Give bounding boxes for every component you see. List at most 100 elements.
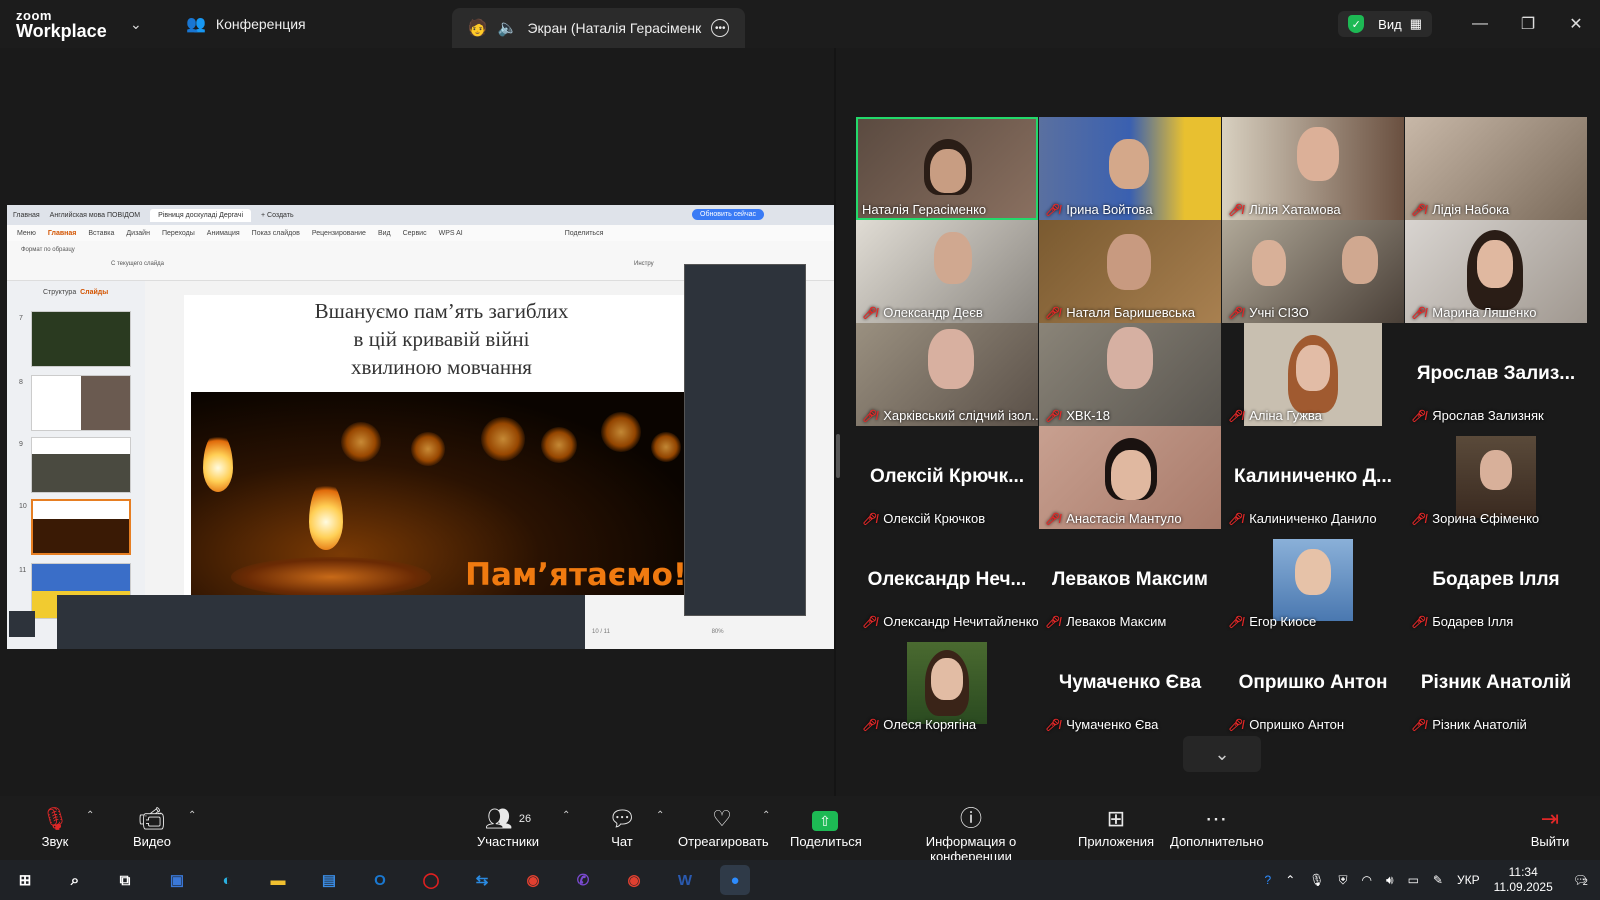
restore-button[interactable]: ❐ <box>1504 14 1552 34</box>
participant-name: Наталія Герасіменко <box>862 202 986 217</box>
participant-tile[interactable]: Чумаченко Єва 🎤︎̸ Чумаченко Єва <box>1039 632 1221 735</box>
participant-tile[interactable]: 🎤︎̸ Олеся Корягіна <box>856 632 1038 735</box>
participant-tile[interactable]: 🎤︎̸ Аліна Гужва <box>1222 323 1404 426</box>
volume-icon[interactable]: 🔊︎ <box>1386 873 1394 888</box>
leave-button[interactable]: ⇥ Выйти <box>1530 804 1570 849</box>
meeting-info-button[interactable]: ⓘ Информация о конференции <box>885 804 1057 864</box>
participant-name-text: Чумаченко Єва <box>1066 717 1159 732</box>
mic-muted-icon: 🎤︎̸ <box>862 614 878 629</box>
mic-muted-icon: 🎤︎̸ <box>1045 202 1061 217</box>
participant-tile[interactable]: 🎤︎̸ Ірина Войтова <box>1039 117 1221 220</box>
mic-muted-icon: 🎤︎̸ <box>1411 408 1427 423</box>
participant-name: 🎤︎̸ Олександр Нечитайленко <box>862 614 1038 629</box>
participants-button[interactable]: 👥︎ 26 Участники <box>474 804 542 849</box>
participant-tile[interactable]: Бодарев Ілля 🎤︎̸ Бодарев Ілля <box>1405 529 1587 632</box>
more-button[interactable]: ⋯ Дополнительно <box>1170 804 1264 849</box>
participant-tile[interactable]: 🎤︎̸ Лідія Набока <box>1405 117 1587 220</box>
participant-tile[interactable]: Різник Анатолій 🎤︎̸ Різник Анатолій <box>1405 632 1587 735</box>
file-explorer-icon[interactable]: ▬ <box>263 865 293 895</box>
shared-menu-item: Вставка <box>88 229 115 237</box>
more-options-icon[interactable]: ••• <box>711 19 730 37</box>
pen-icon[interactable]: ✎ <box>1433 873 1443 887</box>
participant-tile[interactable]: 🎤︎̸ Учні СІЗО <box>1222 220 1404 323</box>
participant-tile[interactable]: Леваков Максим 🎤︎̸ Леваков Максим <box>1039 529 1221 632</box>
chevron-down-icon[interactable]: ⌄ <box>130 16 150 33</box>
participant-tile[interactable]: Ярослав Зализ... 🎤︎̸ Ярослав Зализняк <box>1405 323 1587 426</box>
participant-name-text: ХВК-18 <box>1066 408 1110 423</box>
shared-tab: + Создать <box>261 211 294 219</box>
minimize-button[interactable]: — <box>1456 15 1504 33</box>
help-icon[interactable]: ? <box>1265 873 1272 887</box>
network-icon[interactable]: ◠ <box>1362 873 1372 887</box>
participant-tile[interactable]: Опришко Антон 🎤︎̸ Опришко Антон <box>1222 632 1404 735</box>
share-button[interactable]: ⇧ Поделиться <box>790 804 862 849</box>
language-indicator[interactable]: УКР <box>1457 873 1480 887</box>
candle-glow <box>231 557 431 595</box>
microphone-icon[interactable]: 🎙︎ <box>1309 873 1324 887</box>
participant-tile[interactable]: 🎤︎̸ Лілія Хатамова <box>1222 117 1404 220</box>
participant-tile[interactable]: 🎤︎̸ Олександр Деєв <box>856 220 1038 323</box>
opera-icon[interactable]: ◯ <box>416 865 446 895</box>
participant-tile[interactable]: Наталія Герасіменко <box>856 117 1038 220</box>
shield-icon[interactable]: ⛨ <box>1339 873 1348 888</box>
battery-icon[interactable]: ▭ <box>1408 873 1419 887</box>
clock[interactable]: 11:34 11.09.2025 <box>1494 865 1553 895</box>
floppy-app-icon[interactable]: ▣ <box>162 865 192 895</box>
view-button[interactable]: ✓ Вид ▦ <box>1338 11 1432 37</box>
participant-tile[interactable]: Олексій Крючк... 🎤︎̸ Олексій Крючков <box>856 426 1038 529</box>
participant-tile[interactable]: 🎤︎̸ Марина Ляшенко <box>1405 220 1587 323</box>
heart-icon: ♡ <box>712 806 732 831</box>
participant-name: 🎤︎̸ Харківський слідчий ізол... <box>862 408 1038 423</box>
close-button[interactable]: ✕ <box>1552 14 1600 34</box>
notification-icon[interactable]: 💬︎ 2 <box>1573 873 1588 887</box>
react-button[interactable]: ♡ Отреагировать <box>678 804 769 849</box>
zoom-app-icon[interactable]: ● <box>720 865 750 895</box>
task-view-icon[interactable]: ⧉ <box>110 865 140 895</box>
search-icon[interactable]: ⌕ <box>60 865 90 895</box>
info-icon: ⓘ <box>959 806 982 831</box>
edge-icon[interactable]: ◐ <box>212 865 242 895</box>
mic-muted-icon: 🎤︎̸ <box>1411 717 1427 732</box>
chrome-icon[interactable]: ◉ <box>619 865 649 895</box>
participant-name-text: Анастасія Мантуло <box>1066 511 1182 526</box>
slide-number: 8 <box>19 379 23 386</box>
shared-screen[interactable]: Главная Английская мова ПОВІДОМ Рівниця … <box>7 205 834 649</box>
chrome-icon[interactable]: ◉ <box>518 865 548 895</box>
participant-name: 🎤︎̸ Учні СІЗО <box>1228 305 1309 320</box>
chevron-up-icon: ⌃ <box>188 810 197 821</box>
participants-count: 26 <box>518 813 532 825</box>
participant-name: 🎤︎̸ Калиниченко Данило <box>1228 511 1377 526</box>
participant-tile[interactable]: 🎤︎̸ ХВК-18 <box>1039 323 1221 426</box>
participant-tile[interactable]: 🎤︎̸ Наталя Баришевська <box>1039 220 1221 323</box>
viber-icon[interactable]: ✆ <box>568 865 598 895</box>
participant-name: 🎤︎̸ Зорина Єфіменко <box>1411 511 1539 526</box>
participant-tile[interactable]: Олександр Неч... 🎤︎̸ Олександр Нечитайлен… <box>856 529 1038 632</box>
more-icon: ⋯ <box>1205 806 1227 831</box>
participant-tile[interactable]: 🎤︎̸ Егор Киосе <box>1222 529 1404 632</box>
gallery-next-page-button[interactable]: ⌄ <box>1183 736 1261 772</box>
outlook-icon[interactable]: O <box>365 865 395 895</box>
tab-conference[interactable]: 👥 Конференция <box>170 0 322 48</box>
resize-handle[interactable] <box>836 434 840 478</box>
video-button[interactable]: 📹︎ Видео <box>128 804 176 849</box>
participant-tile[interactable]: 🎤︎̸ Харківський слідчий ізол... <box>856 323 1038 426</box>
tab-screen-share[interactable]: 🧑 🔈 Экран (Наталія Герасіменк ••• <box>451 8 746 48</box>
participant-name-text: Лідія Набока <box>1432 202 1510 217</box>
apps-button[interactable]: ⊞ Приложения <box>1076 804 1156 849</box>
windows-start-icon[interactable]: ⊞ <box>10 865 40 895</box>
shield-icon: ✓ <box>1348 15 1365 33</box>
teamviewer-icon[interactable]: ⇆ <box>467 865 497 895</box>
participant-face <box>931 658 963 700</box>
participant-tile[interactable]: 🎤︎̸ Анастасія Мантуло <box>1039 426 1221 529</box>
word-icon[interactable]: W <box>670 865 700 895</box>
store-icon[interactable]: ▤ <box>314 865 344 895</box>
chat-button[interactable]: 💬︎ Чат <box>605 804 639 849</box>
chevron-up-icon[interactable]: ⌃ <box>1285 873 1295 887</box>
mic-muted-icon: 🎤︎̸ <box>862 408 878 423</box>
participant-name-text: Різник Анатолій <box>1432 717 1527 732</box>
mic-muted-icon: 🎤︎̸ <box>1228 717 1244 732</box>
participant-face <box>1295 549 1331 595</box>
audio-button[interactable]: 🎙︎ Звук <box>36 804 74 849</box>
participant-tile[interactable]: 🎤︎̸ Зорина Єфіменко <box>1405 426 1587 529</box>
participant-tile[interactable]: Калиниченко Д... 🎤︎̸ Калиниченко Данило <box>1222 426 1404 529</box>
